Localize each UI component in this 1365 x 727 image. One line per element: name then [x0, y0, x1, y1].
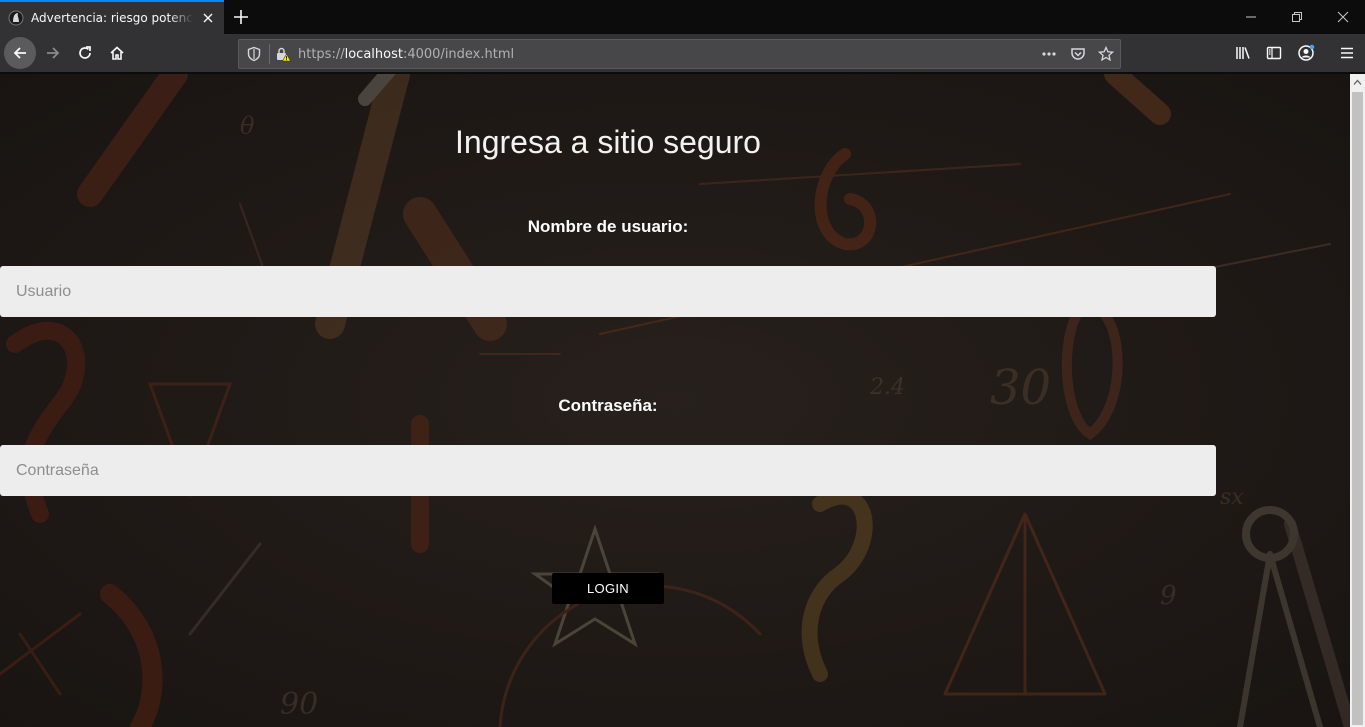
- scroll-up-arrow-icon[interactable]: [1353, 78, 1362, 87]
- url-host: localhost: [344, 47, 403, 62]
- pocket-icon[interactable]: [1070, 46, 1086, 62]
- reload-icon: [79, 46, 91, 59]
- insecure-lock-icon[interactable]: [275, 46, 291, 62]
- star-icon[interactable]: [1098, 46, 1114, 62]
- close-window-icon: [1337, 11, 1349, 23]
- username-input[interactable]: [0, 266, 1216, 317]
- tab-active[interactable]: Advertencia: riesgo potencial de segurid…: [0, 0, 224, 34]
- sidebar-icon: [1266, 46, 1282, 60]
- restore-button[interactable]: [1274, 0, 1320, 34]
- forward-button[interactable]: [37, 37, 69, 69]
- shield-icon[interactable]: [246, 46, 262, 62]
- scroll-thumb[interactable]: [1352, 92, 1363, 725]
- menu-button[interactable]: [1337, 43, 1357, 63]
- url-scheme: https://: [298, 47, 345, 62]
- close-icon[interactable]: [200, 10, 216, 26]
- password-input[interactable]: [0, 445, 1216, 496]
- vertical-scrollbar[interactable]: [1350, 74, 1365, 727]
- minimize-icon: [1246, 16, 1256, 18]
- hamburger-menu-icon: [1341, 47, 1353, 59]
- restore-icon: [1292, 12, 1302, 22]
- close-window-button[interactable]: [1320, 0, 1365, 34]
- navigation-toolbar: https://localhost:4000/index.html: [0, 34, 1365, 73]
- plus-icon: [234, 10, 248, 24]
- address-bar[interactable]: https://localhost:4000/index.html: [238, 39, 1121, 69]
- back-button[interactable]: [4, 37, 36, 69]
- page-viewport: θ 30 2.4 9 90 10 sx Ingresa a sitio segu…: [0, 74, 1350, 727]
- library-icon: [1236, 47, 1250, 59]
- library-button[interactable]: [1233, 43, 1253, 63]
- account-icon: [1298, 44, 1315, 61]
- back-arrow-icon: [13, 47, 26, 59]
- forward-arrow-icon: [47, 47, 60, 59]
- account-button[interactable]: [1296, 43, 1316, 63]
- tab-title: Advertencia: riesgo potencial de segurid…: [31, 11, 193, 25]
- url-path: :4000/index.html: [402, 47, 515, 62]
- warning-favicon-icon: [8, 10, 24, 26]
- more-icon[interactable]: [1041, 46, 1057, 62]
- home-button[interactable]: [101, 37, 133, 69]
- page-title: Ingresa a sitio seguro: [455, 124, 761, 160]
- tab-strip: Advertencia: riesgo potencial de segurid…: [0, 0, 1365, 34]
- sidebar-button[interactable]: [1264, 43, 1284, 63]
- username-label: Nombre de usuario:: [527, 217, 689, 236]
- url-separator: [269, 44, 270, 64]
- home-icon: [110, 46, 124, 60]
- login-button[interactable]: LOGIN: [552, 573, 664, 604]
- reload-button[interactable]: [69, 37, 101, 69]
- new-tab-button[interactable]: [228, 4, 254, 30]
- minimize-button[interactable]: [1228, 0, 1274, 34]
- password-label: Contraseña:: [558, 396, 658, 415]
- url-text[interactable]: https://localhost:4000/index.html: [298, 47, 514, 62]
